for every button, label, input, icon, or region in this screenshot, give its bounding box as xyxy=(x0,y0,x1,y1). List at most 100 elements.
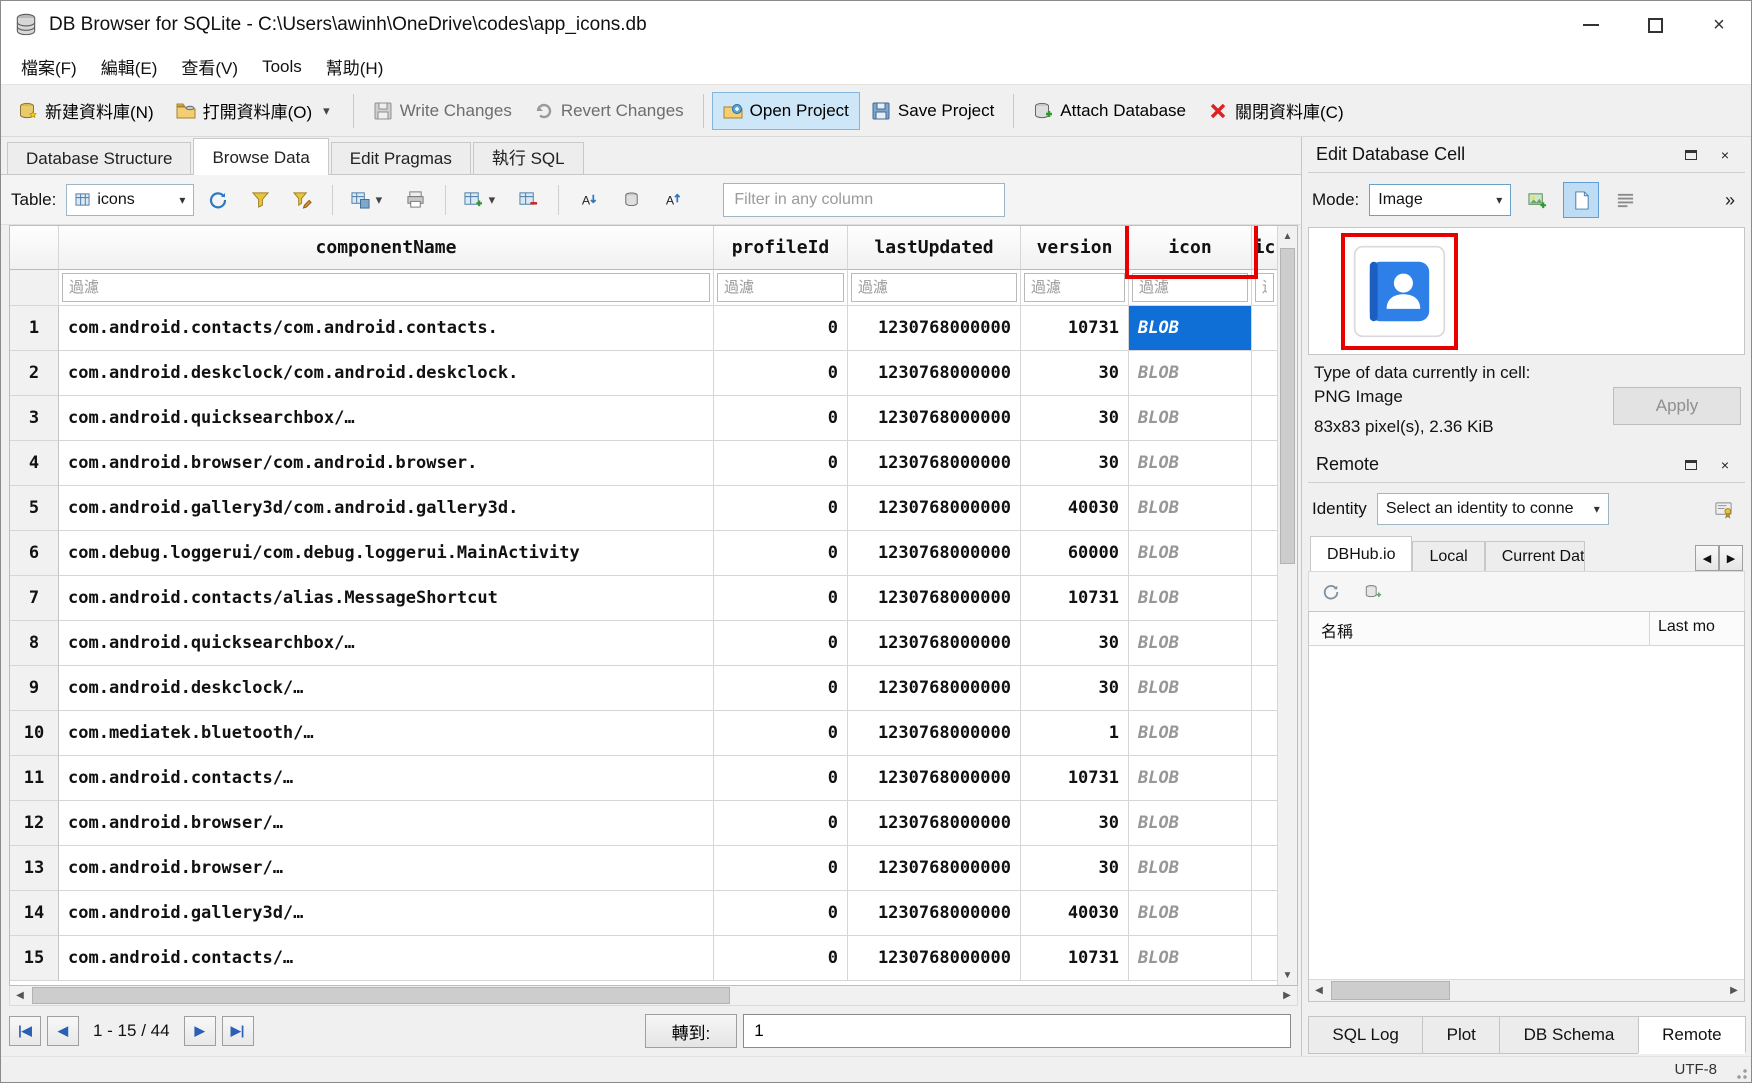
resize-grip[interactable] xyxy=(1733,1065,1747,1079)
row-number[interactable]: 1 xyxy=(10,306,59,351)
column-header-icon[interactable]: icon xyxy=(1129,226,1252,270)
row-number[interactable]: 13 xyxy=(10,846,59,891)
remote-tab-dbhub[interactable]: DBHub.io xyxy=(1310,536,1412,571)
tab-database-structure[interactable]: Database Structure xyxy=(7,142,191,174)
format-toggle-b-button[interactable]: A xyxy=(655,182,691,218)
menu-help[interactable]: 幫助(H) xyxy=(314,49,396,84)
filter-input-lastUpdated[interactable] xyxy=(851,273,1017,302)
cell-icon[interactable]: BLOB xyxy=(1129,531,1252,576)
float-panel-button[interactable] xyxy=(1679,143,1703,167)
delete-record-button[interactable] xyxy=(510,182,546,218)
row-number[interactable]: 6 xyxy=(10,531,59,576)
remote-clone-button[interactable] xyxy=(1355,574,1391,610)
filter-input-profileId[interactable] xyxy=(717,273,844,302)
cell-icon[interactable]: BLOB xyxy=(1129,936,1252,981)
cell-partial[interactable] xyxy=(1252,576,1277,621)
cell-version[interactable]: 30 xyxy=(1021,441,1129,486)
cell-version[interactable]: 30 xyxy=(1021,846,1129,891)
row-number[interactable]: 15 xyxy=(10,936,59,981)
close-panel-button[interactable]: × xyxy=(1713,453,1737,477)
scroll-up-icon[interactable]: ▲ xyxy=(1278,226,1297,246)
cell-lastUpdated[interactable]: 1230768000000 xyxy=(848,396,1021,441)
cell-profileId[interactable]: 0 xyxy=(714,756,848,801)
new-database-button[interactable]: 新建資料庫(N) xyxy=(7,89,165,132)
remote-refresh-button[interactable] xyxy=(1313,574,1349,610)
tab-execute-sql[interactable]: 執行 SQL xyxy=(473,142,584,174)
cell-lastUpdated[interactable]: 1230768000000 xyxy=(848,486,1021,531)
view-as-text-button[interactable] xyxy=(1563,182,1599,218)
cell-lastUpdated[interactable]: 1230768000000 xyxy=(848,666,1021,711)
cell-icon[interactable]: BLOB xyxy=(1129,846,1252,891)
open-database-button[interactable]: 打開資料庫(O) ▾ xyxy=(165,89,345,132)
close-panel-button[interactable]: × xyxy=(1713,143,1737,167)
maximize-button[interactable] xyxy=(1623,1,1687,49)
cell-lastUpdated[interactable]: 1230768000000 xyxy=(848,936,1021,981)
tab-edit-pragmas[interactable]: Edit Pragmas xyxy=(331,142,471,174)
cell-profileId[interactable]: 0 xyxy=(714,396,848,441)
cell-lastUpdated[interactable]: 1230768000000 xyxy=(848,711,1021,756)
cell-profileId[interactable]: 0 xyxy=(714,801,848,846)
remote-scroll-thumb[interactable] xyxy=(1331,981,1450,1000)
cell-componentName[interactable]: com.android.contacts/… xyxy=(59,936,714,981)
cell-profileId[interactable]: 0 xyxy=(714,711,848,756)
tab-scroll-right-icon[interactable]: ▶ xyxy=(1719,545,1743,571)
cell-icon[interactable]: BLOB xyxy=(1129,576,1252,621)
tab-scroll-left-icon[interactable]: ◀ xyxy=(1695,545,1719,571)
row-number[interactable]: 2 xyxy=(10,351,59,396)
identity-select[interactable]: Select an identity to conne ▾ xyxy=(1377,493,1609,525)
cell-version[interactable]: 10731 xyxy=(1021,306,1129,351)
cell-lastUpdated[interactable]: 1230768000000 xyxy=(848,306,1021,351)
row-number[interactable]: 4 xyxy=(10,441,59,486)
cell-lastUpdated[interactable]: 1230768000000 xyxy=(848,756,1021,801)
remote-scroll-track[interactable] xyxy=(1329,980,1724,1001)
cell-partial[interactable] xyxy=(1252,666,1277,711)
cell-lastUpdated[interactable]: 1230768000000 xyxy=(848,891,1021,936)
cell-partial[interactable] xyxy=(1252,891,1277,936)
cell-partial[interactable] xyxy=(1252,441,1277,486)
cell-componentName[interactable]: com.android.contacts/com.android.contact… xyxy=(59,306,714,351)
cell-partial[interactable] xyxy=(1252,936,1277,981)
edit-filters-button[interactable] xyxy=(284,182,320,218)
filter-input-icon[interactable] xyxy=(1132,273,1248,302)
cell-componentName[interactable]: com.mediatek.bluetooth/… xyxy=(59,711,714,756)
filter-any-column-input[interactable] xyxy=(723,183,1005,217)
insert-record-button[interactable]: ▾ xyxy=(458,182,504,218)
cell-componentName[interactable]: com.android.gallery3d/com.android.galler… xyxy=(59,486,714,531)
cell-partial[interactable] xyxy=(1252,531,1277,576)
cell-profileId[interactable]: 0 xyxy=(714,486,848,531)
save-results-button[interactable]: ▾ xyxy=(345,182,391,218)
cell-version[interactable]: 30 xyxy=(1021,396,1129,441)
cell-version[interactable]: 30 xyxy=(1021,801,1129,846)
cell-version[interactable]: 40030 xyxy=(1021,486,1129,531)
cell-profileId[interactable]: 0 xyxy=(714,666,848,711)
cell-componentName[interactable]: com.android.quicksearchbox/… xyxy=(59,396,714,441)
cell-profileId[interactable]: 0 xyxy=(714,936,848,981)
table-select[interactable]: icons ▾ xyxy=(66,184,194,216)
column-header-profileId[interactable]: profileId xyxy=(714,226,848,270)
write-changes-button[interactable]: Write Changes xyxy=(362,92,523,130)
open-project-button[interactable]: Open Project xyxy=(712,92,860,130)
cell-componentName[interactable]: com.android.contacts/… xyxy=(59,756,714,801)
encoding-indicator[interactable]: UTF-8 xyxy=(1675,1061,1718,1078)
cell-version[interactable]: 30 xyxy=(1021,351,1129,396)
cell-version[interactable]: 10731 xyxy=(1021,576,1129,621)
vertical-scroll-thumb[interactable] xyxy=(1280,248,1295,564)
cell-icon[interactable]: BLOB xyxy=(1129,306,1252,351)
column-header-lastUpdated[interactable]: lastUpdated xyxy=(848,226,1021,270)
cell-componentName[interactable]: com.android.gallery3d/… xyxy=(59,891,714,936)
cell-icon[interactable]: BLOB xyxy=(1129,486,1252,531)
cell-componentName[interactable]: com.android.browser/com.android.browser. xyxy=(59,441,714,486)
column-header-name[interactable]: 名稱 xyxy=(1309,612,1650,645)
last-record-button[interactable]: ▶| xyxy=(222,1016,254,1046)
cell-partial[interactable] xyxy=(1252,621,1277,666)
cell-componentName[interactable]: com.debug.loggerui/com.debug.loggerui.Ma… xyxy=(59,531,714,576)
cell-version[interactable]: 10731 xyxy=(1021,936,1129,981)
dock-tab-plot[interactable]: Plot xyxy=(1422,1016,1500,1054)
clear-filters-button[interactable] xyxy=(242,182,278,218)
close-button[interactable]: × xyxy=(1687,1,1751,49)
cell-profileId[interactable]: 0 xyxy=(714,846,848,891)
cell-icon[interactable]: BLOB xyxy=(1129,891,1252,936)
cell-componentName[interactable]: com.android.quicksearchbox/… xyxy=(59,621,714,666)
cell-lastUpdated[interactable]: 1230768000000 xyxy=(848,531,1021,576)
cell-lastUpdated[interactable]: 1230768000000 xyxy=(848,576,1021,621)
